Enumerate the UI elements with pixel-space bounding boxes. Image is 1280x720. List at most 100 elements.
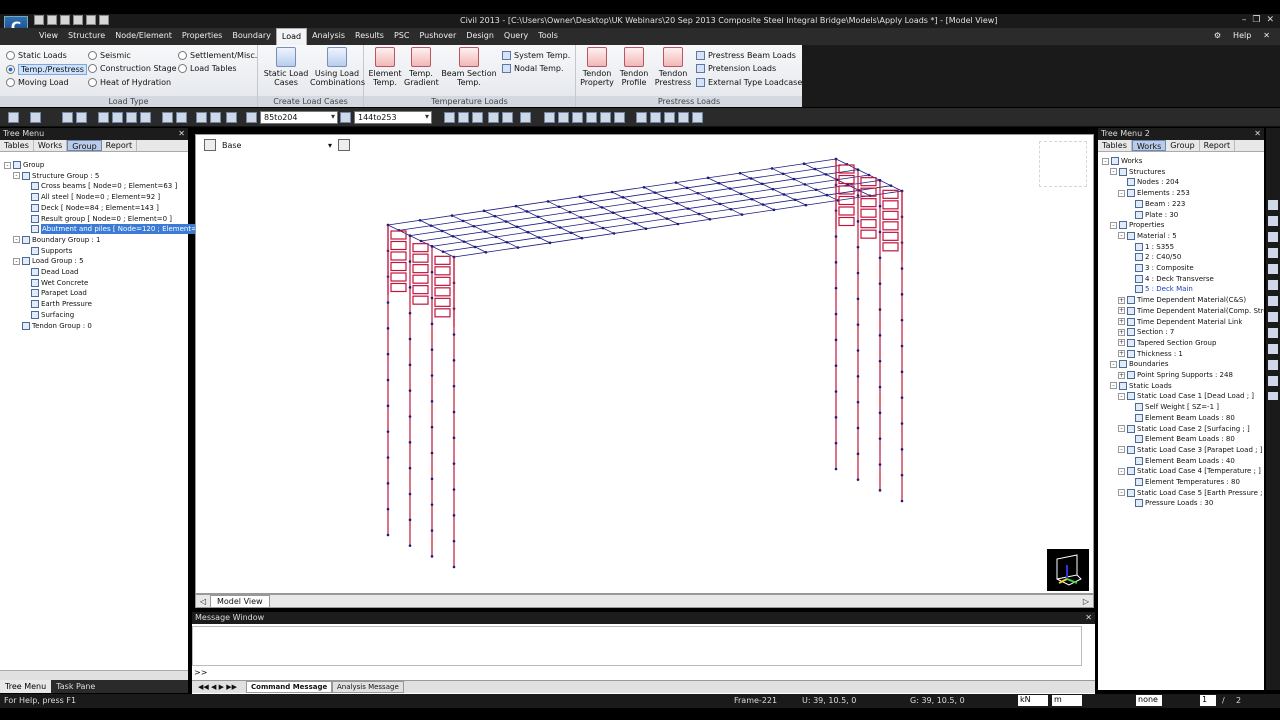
view-icon[interactable] [544,112,555,123]
collapse-icon[interactable]: - [1110,360,1117,368]
menu-analysis[interactable]: Analysis [307,28,350,45]
fit-icon[interactable] [162,112,173,123]
close-icon[interactable]: ✕ [1263,31,1270,40]
collapse-icon[interactable]: - [13,172,20,180]
tree-node[interactable]: 3 : Composite [1126,263,1194,273]
tree-node[interactable]: + Tapered Section Group [1118,338,1216,348]
view-icon[interactable] [636,112,647,123]
bridge-model-canvas[interactable] [196,135,1093,593]
menu-node-element[interactable]: Node/Element [110,28,177,45]
seismic-option[interactable]: Seismic [88,51,131,60]
tree-node[interactable]: - Static Load Case 4 [Temperature ; ] [1118,466,1261,476]
lock-icon[interactable] [664,112,675,123]
tendon-property-button[interactable]: Tendon Property [578,47,616,87]
pan-icon[interactable] [140,112,151,123]
redo-icon[interactable] [30,112,41,123]
view-icon[interactable] [458,112,469,123]
tree-node[interactable]: Pressure Loads : 30 [1126,498,1213,508]
tree-node[interactable]: - Static Load Case 5 [Earth Pressure ; ] [1118,488,1264,498]
tab-analysis-message[interactable]: Analysis Message [332,681,404,693]
tree-node[interactable]: + Thickness : 1 [1118,349,1183,359]
gear-icon[interactable]: ⚙ [1214,31,1221,40]
tree-node[interactable]: - Static Load Case 1 [Dead Load ; ] [1118,391,1254,401]
tree-node[interactable]: Earth Pressure [22,299,92,309]
tab-group[interactable]: Group [1166,140,1200,151]
tree-node[interactable]: Abutment and piles [ Node=120 ; Element=… [22,224,203,235]
menu-results[interactable]: Results [350,28,389,45]
tree-node[interactable]: - Boundary Group : 1 [13,235,101,245]
prestress-beam-loads-button[interactable]: Prestress Beam Loads [696,51,796,60]
menu-load[interactable]: Load [275,28,308,45]
collapse-icon[interactable]: - [1118,232,1125,240]
collapse-icon[interactable]: - [1110,168,1117,176]
collapse-icon[interactable]: - [1118,446,1125,454]
close-icon[interactable]: ✕ [1266,15,1274,25]
element-pointer-icon[interactable] [340,112,351,123]
pretension-loads-button[interactable]: Pretension Loads [696,64,776,73]
collapse-icon[interactable]: - [1118,392,1125,400]
menu-tools[interactable]: Tools [533,28,563,45]
rotate-icon[interactable] [176,112,187,123]
tree-node[interactable]: Element Beam Loads : 40 [1126,456,1235,466]
undo-icon[interactable] [8,112,19,123]
menu-design[interactable]: Design [461,28,499,45]
tree-node[interactable]: All steel [ Node=0 ; Element=92 ] [22,192,160,202]
tree-node[interactable]: - Properties [1110,220,1164,230]
view-icon[interactable] [444,112,455,123]
expand-icon[interactable]: + [1118,307,1125,315]
expand-icon[interactable]: + [1118,296,1125,304]
settlement-option[interactable]: Settlement/Misc. [178,51,257,60]
tree-node[interactable]: + Section : 7 [1118,327,1174,337]
temp-gradient-button[interactable]: Temp. Gradient [404,47,439,87]
node-selection-combo[interactable]: 85to204 [260,111,338,124]
tree-node[interactable]: + Time Dependent Material(Comp. Streng [1118,306,1264,316]
tree-node[interactable]: 4 : Deck Transverse [1126,274,1214,284]
collapse-icon[interactable]: - [1110,221,1117,229]
tree-node[interactable]: Element Temperatures : 80 [1126,477,1240,487]
tab-command-message[interactable]: Command Message [246,681,333,693]
tree-node[interactable]: Cross beams [ Node=0 ; Element=63 ] [22,181,177,191]
tree-node[interactable]: Beam : 223 [1126,199,1185,209]
tree-node[interactable]: Self Weight [ SZ=-1 ] [1126,402,1219,412]
length-unit-select[interactable]: m [1052,695,1082,706]
tab-report[interactable]: Report [102,140,138,151]
close-icon[interactable]: ✕ [178,129,185,139]
node-icon[interactable] [98,112,109,123]
view-icon[interactable] [586,112,597,123]
tree-node[interactable]: Wet Concrete [22,278,88,288]
system-temp-button[interactable]: System Temp. [502,51,570,60]
zoom-icon[interactable] [126,112,137,123]
tab-tables[interactable]: Tables [1098,140,1132,151]
beam-section-temp-button[interactable]: Beam Section Temp. [440,47,498,87]
expand-icon[interactable]: + [1118,350,1125,358]
tab-report[interactable]: Report [1200,140,1236,151]
scroll-right-icon[interactable]: ▷ [1083,597,1089,606]
model-view[interactable]: Base ▾ [195,134,1094,594]
mode-select[interactable]: none [1136,695,1162,706]
new-file-icon[interactable] [34,15,44,25]
expand-icon[interactable]: + [1118,339,1125,347]
tab-works[interactable]: Works [1131,140,1167,151]
tree-node[interactable]: - Boundaries [1110,359,1168,369]
tree-node[interactable]: Surfacing [22,310,74,320]
tree-node[interactable]: - Elements : 253 [1118,188,1190,198]
tree-node[interactable]: Element Beam Loads : 80 [1126,434,1235,444]
expand-icon[interactable]: + [1118,328,1125,336]
undo-icon[interactable] [99,15,109,25]
view-cube-icon[interactable] [1039,141,1087,187]
tab-tables[interactable]: Tables [0,140,34,151]
target-icon[interactable] [226,112,237,123]
view-icon[interactable] [572,112,583,123]
element-temp-button[interactable]: Element Temp. [366,47,404,87]
static-load-cases-button[interactable]: Static Load Cases [262,47,310,87]
tree-node[interactable]: Element Beam Loads : 80 [1126,413,1235,423]
menu-structure[interactable]: Structure [63,28,110,45]
save-icon[interactable] [60,15,70,25]
collapse-icon[interactable]: - [1102,157,1109,165]
element-selection-combo[interactable]: 144to253 [354,111,432,124]
open-file-icon[interactable] [47,15,57,25]
measure-icon[interactable] [210,112,221,123]
side-tool-icons[interactable] [1268,200,1278,400]
tree-node[interactable]: + Time Dependent Material Link [1118,317,1242,327]
menu-boundary[interactable]: Boundary [227,28,276,45]
